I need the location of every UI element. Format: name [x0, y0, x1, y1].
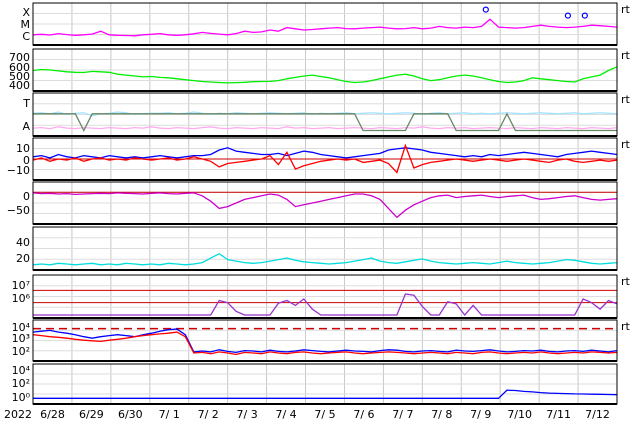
side-label: rt	[621, 138, 631, 151]
y-tick-label: 10⁶	[12, 292, 31, 305]
y-tick-label: A	[22, 120, 30, 133]
space-weather-panel-stack: XMCrt700600500400rtTArt100−10rt0−5040201…	[4, 2, 631, 421]
x-tick-label: 7/ 3	[237, 408, 258, 421]
y-tick-label: 10²	[12, 345, 30, 358]
panel-dst_index: 0−50	[7, 181, 618, 225]
x-tick-label: 7/ 6	[353, 408, 374, 421]
x-tick-label: 6/29	[79, 408, 104, 421]
panel-imf_sector: TArt	[22, 92, 631, 137]
series-line-xray_class-0	[32, 18, 618, 37]
side-label: rt	[621, 49, 631, 62]
y-tick-label: 400	[9, 79, 30, 92]
x-tick-label: 7/ 5	[314, 408, 335, 421]
y-tick-label: 10⁰	[12, 391, 31, 404]
panel-proton_flux: 10⁴10³10²rt	[12, 319, 631, 362]
side-label: rt	[621, 3, 631, 16]
y-tick-label: 40	[16, 236, 30, 249]
y-tick-label: −50	[7, 204, 30, 217]
y-tick-label: 10²	[12, 377, 30, 390]
x-tick-label: 7/12	[585, 408, 610, 421]
x-tick-label: 6/30	[118, 408, 143, 421]
x-tick-label: 6/28	[40, 408, 65, 421]
x-tick-label: 7/ 9	[470, 408, 491, 421]
x-tick-label: 7/11	[546, 408, 571, 421]
x-tick-label: 7/ 7	[392, 408, 413, 421]
flare-marker	[482, 6, 489, 13]
x-tick-label: 7/ 8	[431, 408, 452, 421]
y-tick-label: T	[22, 97, 30, 110]
panel-xray_class: XMCrt	[21, 2, 631, 46]
side-label: rt	[621, 93, 631, 106]
y-tick-label: 10⁴	[12, 364, 31, 377]
series-line-electron_flux-0	[33, 293, 618, 317]
x-tick-label: 7/ 1	[159, 408, 180, 421]
panel-neutron_flux: 10⁴10²10⁰	[12, 363, 618, 405]
y-tick-label: 0	[23, 190, 30, 203]
y-tick-label: 10³	[12, 332, 30, 345]
x-tick-label: 7/ 4	[275, 408, 296, 421]
year-label: 2022	[4, 408, 32, 421]
x-tick-label: 7/ 2	[198, 408, 219, 421]
series-line-imf_sector-1	[32, 126, 618, 130]
y-tick-label: 10⁷	[12, 279, 30, 292]
side-label: rt	[621, 275, 631, 288]
y-tick-label: 20	[16, 252, 30, 265]
y-tick-label: C	[22, 30, 30, 43]
side-label: rt	[621, 320, 631, 333]
y-tick-label: −10	[7, 164, 30, 177]
series-line-imf_bz-0	[32, 147, 618, 159]
x-tick-label: 7/10	[507, 408, 532, 421]
panel-imf_bz: 100−10rt	[7, 137, 631, 181]
panel-electron_flux: 10⁷10⁶ rt	[12, 274, 631, 319]
panel-solar_wind_speed: 700600500400rt	[9, 48, 631, 92]
panel-proton_density: 4020	[16, 226, 618, 271]
